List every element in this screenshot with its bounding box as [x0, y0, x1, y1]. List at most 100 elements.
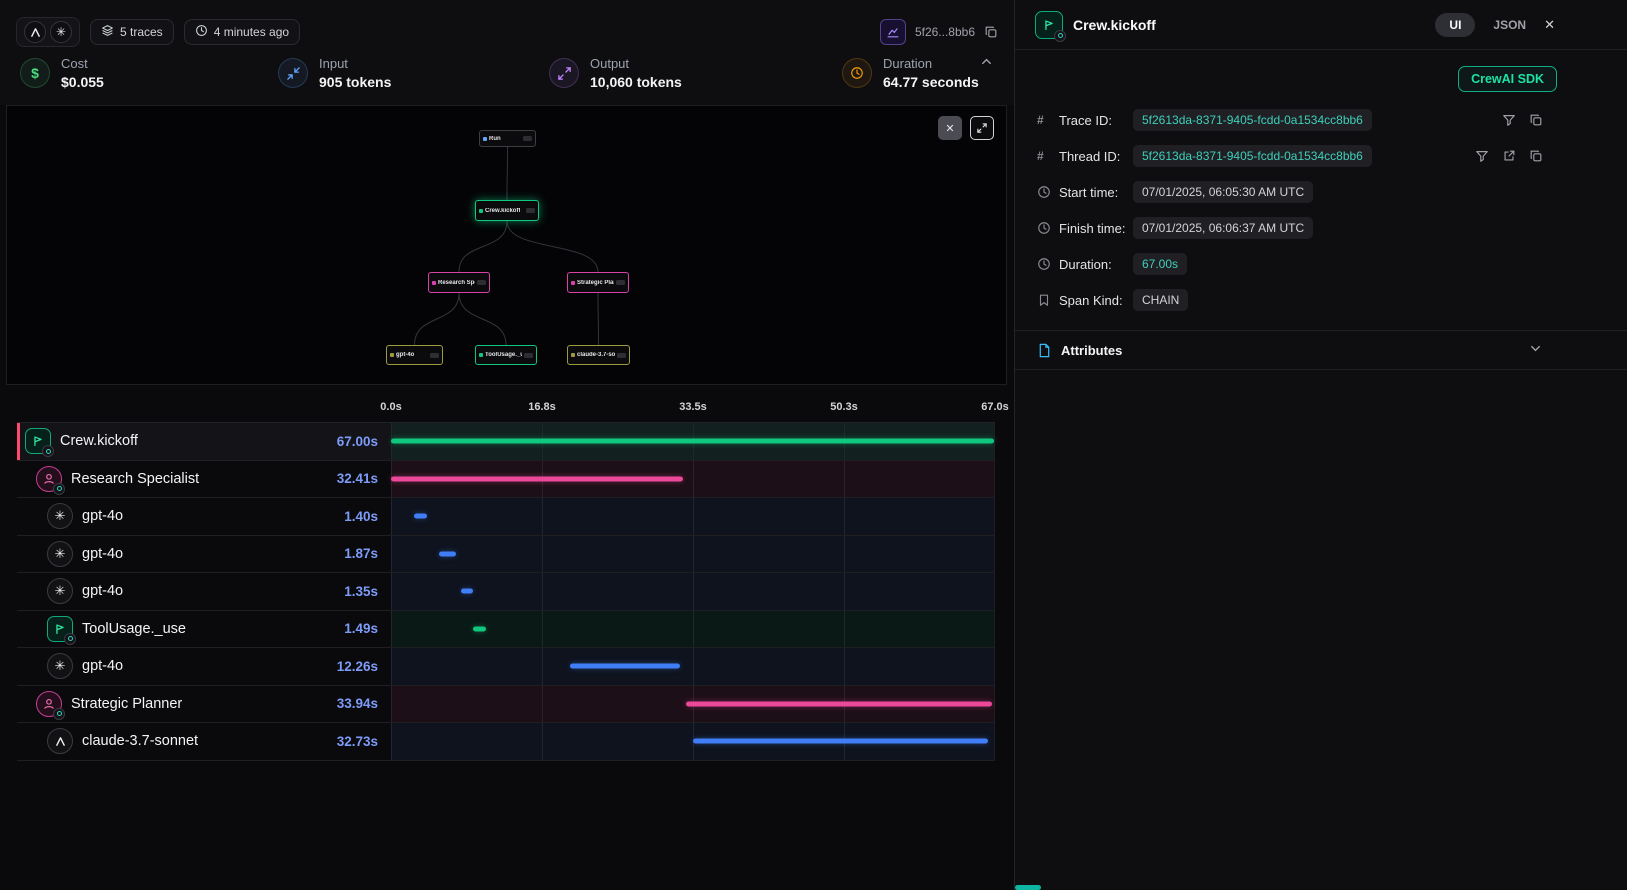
span-bar[interactable] — [473, 626, 486, 631]
field-label: Thread ID: — [1059, 149, 1133, 164]
row-chart — [391, 536, 995, 573]
panel-header: Crew.kickoff UI JSON ✕ — [1015, 0, 1627, 50]
span-bar[interactable] — [461, 589, 473, 594]
traces-count-badge[interactable]: 5 traces — [90, 19, 174, 45]
row-left: ToolUsage._use1.49s — [17, 611, 391, 648]
crewai-icon — [47, 616, 73, 642]
stat-text: Cost $0.055 — [61, 56, 104, 90]
timeline-row-strategic-planner[interactable]: Strategic Planner 33.94s — [17, 686, 995, 724]
row-left: ✳gpt-4o12.26s — [17, 648, 391, 685]
span-detail-panel: Crew.kickoff UI JSON ✕ CrewAI SDK #Trace… — [1014, 0, 1627, 890]
span-bar[interactable] — [414, 514, 427, 519]
field-value: CHAIN — [1133, 289, 1188, 311]
field-value: 67.00s — [1133, 253, 1187, 275]
stat-value: $0.055 — [61, 74, 104, 90]
timeline-row-claude-3-7-sonnet[interactable]: claude-3.7-sonnet 32.73s — [17, 723, 995, 761]
field-start-time: Start time:07/01/2025, 06:05:30 AM UTC — [1037, 174, 1627, 210]
span-label: claude-3.7-sonnet — [82, 733, 198, 749]
stat-label: Cost — [61, 56, 104, 71]
stat-text: Input905 tokens — [319, 56, 391, 90]
chevron-up-icon[interactable] — [979, 54, 994, 72]
field-duration: Duration:67.00s — [1037, 246, 1627, 282]
span-duration: 33.94s — [337, 696, 391, 711]
graph-node-toolusage-use[interactable]: ToolUsage._use — [475, 345, 537, 365]
copy-icon[interactable] — [1529, 113, 1543, 127]
timeline-row-crew-kickoff[interactable]: Crew.kickoff67.00s — [17, 423, 995, 461]
external-icon[interactable] — [1502, 149, 1516, 163]
axis-tick: 50.3s — [830, 401, 858, 413]
graph-close-button[interactable]: ✕ — [938, 116, 962, 140]
graph-node-claude-3-7-sonnet[interactable]: claude-3.7-sonnet — [567, 345, 630, 365]
tab-json[interactable]: JSON — [1493, 18, 1526, 32]
timeline-row-gpt-4o[interactable]: ✳gpt-4o1.87s — [17, 536, 995, 574]
row-left: ✳gpt-4o1.40s — [17, 498, 391, 535]
graph-node-strategic-planner[interactable]: Strategic Planner — [567, 272, 629, 293]
row-chart — [391, 611, 995, 648]
graph-edges — [7, 106, 1008, 386]
graph-expand-button[interactable] — [970, 116, 994, 140]
stat-cost: $ Cost $0.055 — [20, 56, 104, 90]
topbar-left: ✳ 5 traces 4 minutes ago — [16, 17, 300, 47]
sdk-row: CrewAI SDK — [1015, 50, 1627, 98]
graph-node-research-specialist[interactable]: Research Specialist — [428, 272, 490, 293]
copy-icon[interactable] — [1529, 149, 1543, 163]
span-bar[interactable] — [686, 701, 991, 706]
chevron-down-icon[interactable] — [1528, 341, 1543, 359]
status-badge — [53, 483, 65, 495]
span-duration: 32.73s — [337, 734, 391, 749]
attributes-section[interactable]: Attributes — [1015, 330, 1627, 370]
row-chart — [391, 573, 995, 610]
horizontal-scrollbar-thumb[interactable] — [1015, 885, 1041, 890]
row-chart — [391, 723, 995, 760]
timeline-row-gpt-4o[interactable]: ✳gpt-4o12.26s — [17, 648, 995, 686]
span-label: gpt-4o — [82, 583, 123, 599]
span-label: Research Specialist — [71, 471, 199, 487]
node-duration-chip — [616, 280, 625, 285]
span-bar[interactable] — [570, 664, 680, 669]
timeline-row-research-specialist[interactable]: Research Specialist32.41s — [17, 461, 995, 499]
stats-row: $ Cost $0.055 Input905 tokens Output 10,060 t… — [16, 54, 998, 102]
graph-node-crew-kickoff[interactable]: Crew.kickoff — [475, 200, 539, 221]
node-label: Run — [489, 136, 501, 142]
stat-label: Output — [590, 56, 682, 71]
field-actions — [1502, 113, 1543, 127]
openai-icon: ✳ — [47, 503, 73, 529]
span-label: Strategic Planner — [71, 696, 182, 712]
filter-icon[interactable] — [1475, 149, 1489, 163]
input-icon — [278, 58, 308, 88]
output-icon — [549, 58, 579, 88]
span-bar[interactable] — [439, 551, 456, 556]
waterfall-view-button[interactable] — [880, 19, 906, 45]
close-icon[interactable]: ✕ — [1544, 17, 1555, 33]
stat-value: 64.77 seconds — [883, 74, 979, 90]
timeline-row-toolusage-use[interactable]: ToolUsage._use1.49s — [17, 611, 995, 649]
topbar-right: 5f26...8bb6 — [880, 19, 998, 45]
field-value: 5f2613da-8371-9405-fcdd-0a1534cc8bb6 — [1133, 145, 1372, 167]
graph-node-gpt-4o[interactable]: gpt-4o — [386, 345, 443, 365]
copy-trace-id-button[interactable] — [984, 25, 998, 39]
row-chart — [391, 498, 995, 535]
field-label: Trace ID: — [1059, 113, 1133, 128]
anthropic-icon — [47, 728, 73, 754]
filter-icon[interactable] — [1502, 113, 1516, 127]
time-ago-badge: 4 minutes ago — [184, 19, 300, 45]
field-label: Duration: — [1059, 257, 1133, 272]
agent-icon — [36, 466, 62, 492]
node-duration-chip — [523, 136, 532, 141]
cost-icon: $ — [20, 58, 50, 88]
span-label: gpt-4o — [82, 546, 123, 562]
span-label: ToolUsage._use — [82, 621, 186, 637]
span-duration: 1.40s — [344, 509, 391, 524]
field-label: Start time: — [1059, 185, 1133, 200]
span-bar[interactable] — [693, 739, 988, 744]
tab-ui[interactable]: UI — [1435, 13, 1475, 37]
timeline-row-gpt-4o[interactable]: ✳gpt-4o1.35s — [17, 573, 995, 611]
stat-text: Duration64.77 seconds — [883, 56, 979, 90]
graph-node-run[interactable]: Run — [479, 130, 536, 147]
span-bar[interactable] — [391, 476, 683, 481]
crewai-icon — [25, 428, 51, 454]
field-label: Span Kind: — [1059, 293, 1133, 308]
span-bar[interactable] — [391, 439, 994, 444]
stat-value: 10,060 tokens — [590, 74, 682, 90]
timeline-row-gpt-4o[interactable]: ✳gpt-4o1.40s — [17, 498, 995, 536]
